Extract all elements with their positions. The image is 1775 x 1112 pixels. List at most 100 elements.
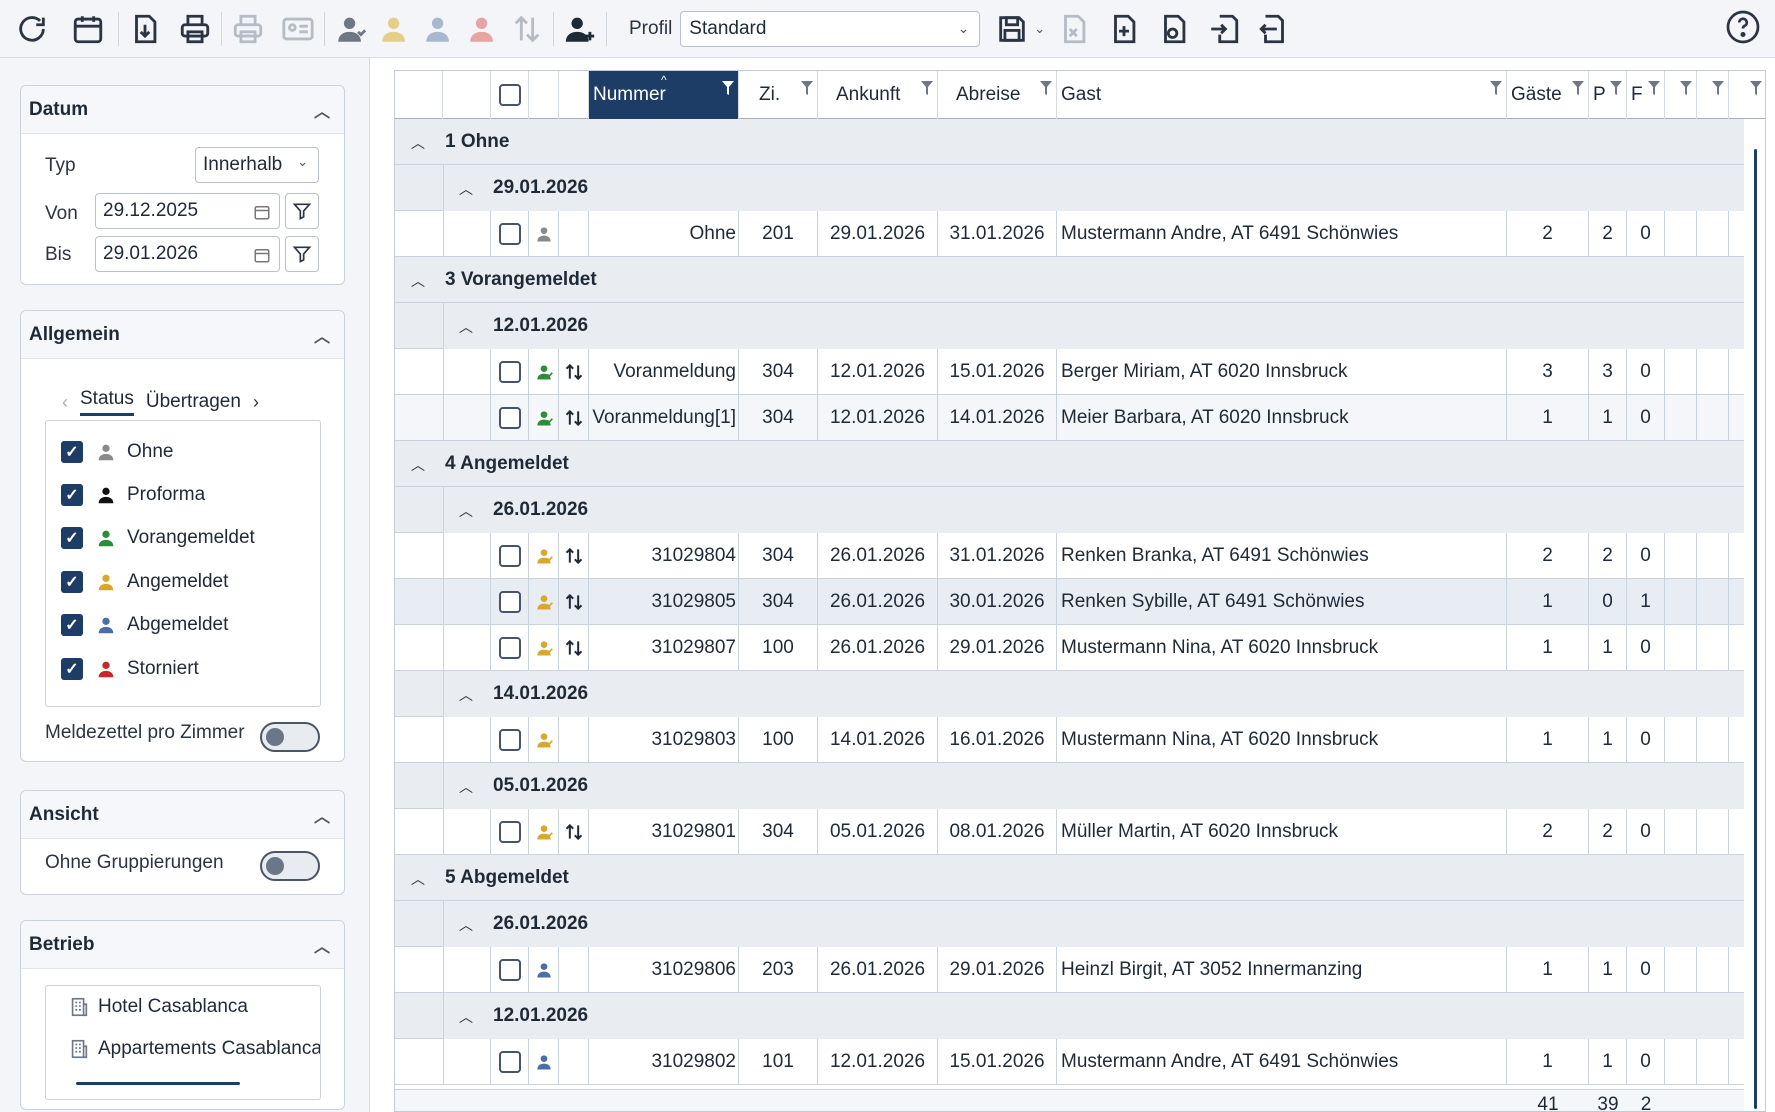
table-row[interactable]: 31029801 304 05.01.2026 08.01.2026 Müller Ma… [395, 809, 1744, 855]
chevron-right-icon[interactable]: › [253, 392, 259, 413]
refresh-icon[interactable] [10, 7, 54, 51]
chevron-up-icon[interactable]: ︿ [411, 133, 425, 153]
import-icon[interactable] [1202, 7, 1246, 51]
table-row[interactable]: 31029807 100 26.01.2026 29.01.2026 Musterman… [395, 625, 1744, 671]
status-item-ohne[interactable]: ✓ Ohne [61, 441, 173, 463]
chevron-up-icon[interactable]: ︿ [459, 685, 473, 705]
table-row[interactable]: Ohne 201 29.01.2026 31.01.2026 Mustermann An… [395, 211, 1744, 257]
meldezettel-toggle[interactable] [260, 722, 320, 752]
allgemein-panel-header[interactable]: Allgemein ︿ [21, 311, 344, 359]
betrieb-item-hotel[interactable]: Hotel Casablanca [68, 996, 248, 1018]
column-header-zi[interactable]: Zi. [739, 71, 818, 119]
status-item-abgemeldet[interactable]: ✓ Abgemeldet [61, 614, 228, 636]
calendar-icon[interactable] [253, 246, 271, 264]
date-group-row[interactable]: ︿ 05.01.2026 [395, 763, 1744, 809]
checkbox-unchecked[interactable] [498, 959, 521, 981]
checkbox-unchecked[interactable] [498, 1051, 521, 1073]
status-item-angemeldet[interactable]: ✓ Angemeldet [61, 571, 228, 593]
checkbox-unchecked[interactable] [498, 545, 521, 567]
filter-icon[interactable] [722, 81, 734, 95]
chevron-up-icon[interactable]: ︿ [459, 179, 473, 199]
filter-icon[interactable] [1490, 81, 1502, 95]
chevron-up-icon[interactable]: ︿ [459, 915, 473, 935]
checkbox-checked[interactable]: ✓ [61, 614, 83, 636]
chevron-up-icon[interactable]: ︿ [459, 501, 473, 521]
add-person-icon[interactable] [558, 7, 602, 51]
table-row[interactable]: 31029803 100 14.01.2026 16.01.2026 Musterman… [395, 717, 1744, 763]
select-cell[interactable] [491, 717, 529, 763]
select-cell[interactable] [491, 625, 529, 671]
column-header-gaeste[interactable]: Gäste [1507, 71, 1589, 119]
tab-status[interactable]: Status [80, 388, 134, 416]
chevron-up-icon[interactable]: ︿ [411, 455, 425, 475]
column-header-extra-2[interactable] [1697, 71, 1729, 119]
print-icon[interactable] [173, 7, 217, 51]
new-document-icon[interactable] [1102, 7, 1146, 51]
typ-select[interactable]: Innerhalb ⌄ [195, 147, 319, 183]
vertical-scrollbar[interactable] [1754, 149, 1757, 1109]
filter-icon[interactable] [1750, 81, 1762, 95]
date-group-row[interactable]: ︿ 29.01.2026 [395, 165, 1744, 211]
horizontal-scrollbar[interactable] [76, 1082, 240, 1085]
date-group-row[interactable]: ︿ 14.01.2026 [395, 671, 1744, 717]
table-row[interactable]: Voranmeldung[1] 304 12.01.2026 14.01.2026 Me… [395, 395, 1744, 441]
checkbox-unchecked[interactable] [498, 637, 521, 659]
help-icon[interactable] [1725, 9, 1761, 51]
filter-icon[interactable] [921, 81, 933, 95]
von-date-input[interactable]: 29.12.2025 [95, 193, 280, 229]
calendar-icon[interactable] [66, 7, 110, 51]
chevron-left-icon[interactable]: ‹ [62, 392, 68, 413]
column-header-f[interactable]: F [1627, 71, 1665, 119]
chevron-up-icon[interactable]: ︿ [459, 317, 473, 337]
chevron-up-icon[interactable]: ︿ [411, 869, 425, 889]
table-row[interactable]: 31029805 304 26.01.2026 30.01.2026 Renken Sy… [395, 579, 1744, 625]
download-icon[interactable] [123, 7, 167, 51]
select-cell[interactable] [491, 947, 529, 993]
chevron-up-icon[interactable]: ︿ [459, 777, 473, 797]
select-cell[interactable] [491, 1039, 529, 1085]
column-header-abreise[interactable]: Abreise [938, 71, 1057, 119]
ansicht-panel-header[interactable]: Ansicht ︿ [21, 791, 344, 839]
checkbox-unchecked[interactable] [498, 361, 521, 383]
document-settings-icon[interactable] [1152, 7, 1196, 51]
column-header-ankunft[interactable]: Ankunft [818, 71, 938, 119]
filter-icon[interactable] [1610, 81, 1622, 95]
header-select-all[interactable] [491, 71, 529, 119]
table-row[interactable]: 31029804 304 26.01.2026 31.01.2026 Renken Br… [395, 533, 1744, 579]
date-group-row[interactable]: ︿ 26.01.2026 [395, 901, 1744, 947]
person-gray-icon[interactable] [329, 7, 373, 51]
datum-panel-header[interactable]: Datum ︿ [21, 86, 344, 134]
checkbox-unchecked[interactable] [498, 591, 521, 613]
table-row[interactable]: Voranmeldung 304 12.01.2026 15.01.2026 Berge… [395, 349, 1744, 395]
group-row[interactable]: ︿ 1 Ohne [395, 119, 1744, 165]
status-item-storniert[interactable]: ✓ Storniert [61, 658, 199, 680]
status-item-vorangemeldet[interactable]: ✓ Vorangemeldet [61, 527, 255, 549]
group-row[interactable]: ︿ 5 Abgemeldet [395, 855, 1744, 901]
column-header-gast[interactable]: Gast [1057, 71, 1507, 119]
column-header-extra-3[interactable] [1729, 71, 1765, 119]
chevron-up-icon[interactable]: ︿ [459, 1007, 473, 1027]
betrieb-item-appartements[interactable]: Appartements Casablanca [68, 1038, 320, 1060]
checkbox-checked[interactable]: ✓ [61, 527, 83, 549]
von-filter-button[interactable] [285, 193, 319, 229]
checkbox-checked[interactable]: ✓ [61, 571, 83, 593]
filter-icon[interactable] [1572, 81, 1584, 95]
filter-icon[interactable] [801, 81, 813, 95]
checkbox-unchecked[interactable] [498, 729, 521, 751]
filter-icon[interactable] [1648, 81, 1660, 95]
profil-select[interactable]: Standard ⌄ [680, 10, 981, 47]
ohne-gruppierungen-toggle[interactable] [260, 851, 320, 881]
filter-icon[interactable] [1712, 81, 1724, 95]
select-cell[interactable] [491, 579, 529, 625]
date-group-row[interactable]: ︿ 12.01.2026 [395, 993, 1744, 1039]
save-dropdown-chevron-icon[interactable]: ⌄ [1034, 21, 1052, 37]
chevron-up-icon[interactable]: ︿ [411, 271, 425, 291]
group-row[interactable]: ︿ 4 Angemeldet [395, 441, 1744, 487]
status-item-proforma[interactable]: ✓ Proforma [61, 484, 205, 506]
checkbox-checked[interactable]: ✓ [61, 658, 83, 680]
checkbox-unchecked[interactable] [498, 821, 521, 843]
select-cell[interactable] [491, 349, 529, 395]
column-header-nummer[interactable]: Nummer ^ [589, 71, 739, 119]
date-group-row[interactable]: ︿ 26.01.2026 [395, 487, 1744, 533]
bis-filter-button[interactable] [285, 236, 319, 272]
